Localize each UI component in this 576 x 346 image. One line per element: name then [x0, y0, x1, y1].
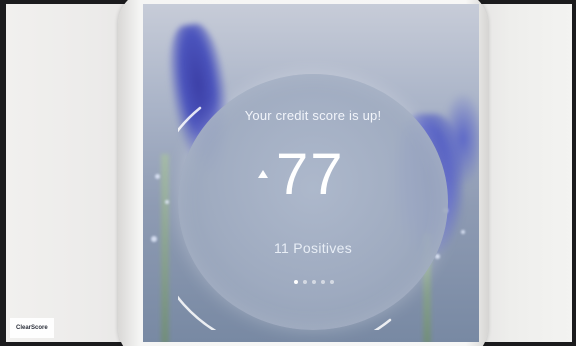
page-dot-5[interactable]	[330, 280, 334, 284]
brand-watermark: ClearScore	[10, 318, 54, 338]
bokeh-dot	[155, 174, 160, 179]
bokeh-dot	[151, 236, 157, 242]
score-change-value: 77	[276, 142, 345, 207]
credit-score-card[interactable]: Your credit score is up! 77 11 Positives	[178, 74, 448, 330]
photo-scene: Your credit score is up! 77 11 Positives…	[0, 0, 576, 346]
positives-count[interactable]: 11 Positives	[178, 240, 448, 256]
page-dot-4[interactable]	[321, 280, 325, 284]
page-dot-3[interactable]	[312, 280, 316, 284]
bokeh-dot	[165, 200, 169, 204]
up-triangle-icon	[258, 170, 268, 178]
page-dot-2[interactable]	[303, 280, 307, 284]
flower-background	[443, 94, 479, 184]
page-dot-1[interactable]	[294, 280, 298, 284]
score-change-row: 77	[178, 142, 448, 208]
page-indicator[interactable]	[294, 280, 334, 286]
score-change-heading: Your credit score is up!	[244, 108, 382, 123]
flower-stem	[161, 154, 169, 342]
bokeh-dot	[461, 230, 465, 234]
